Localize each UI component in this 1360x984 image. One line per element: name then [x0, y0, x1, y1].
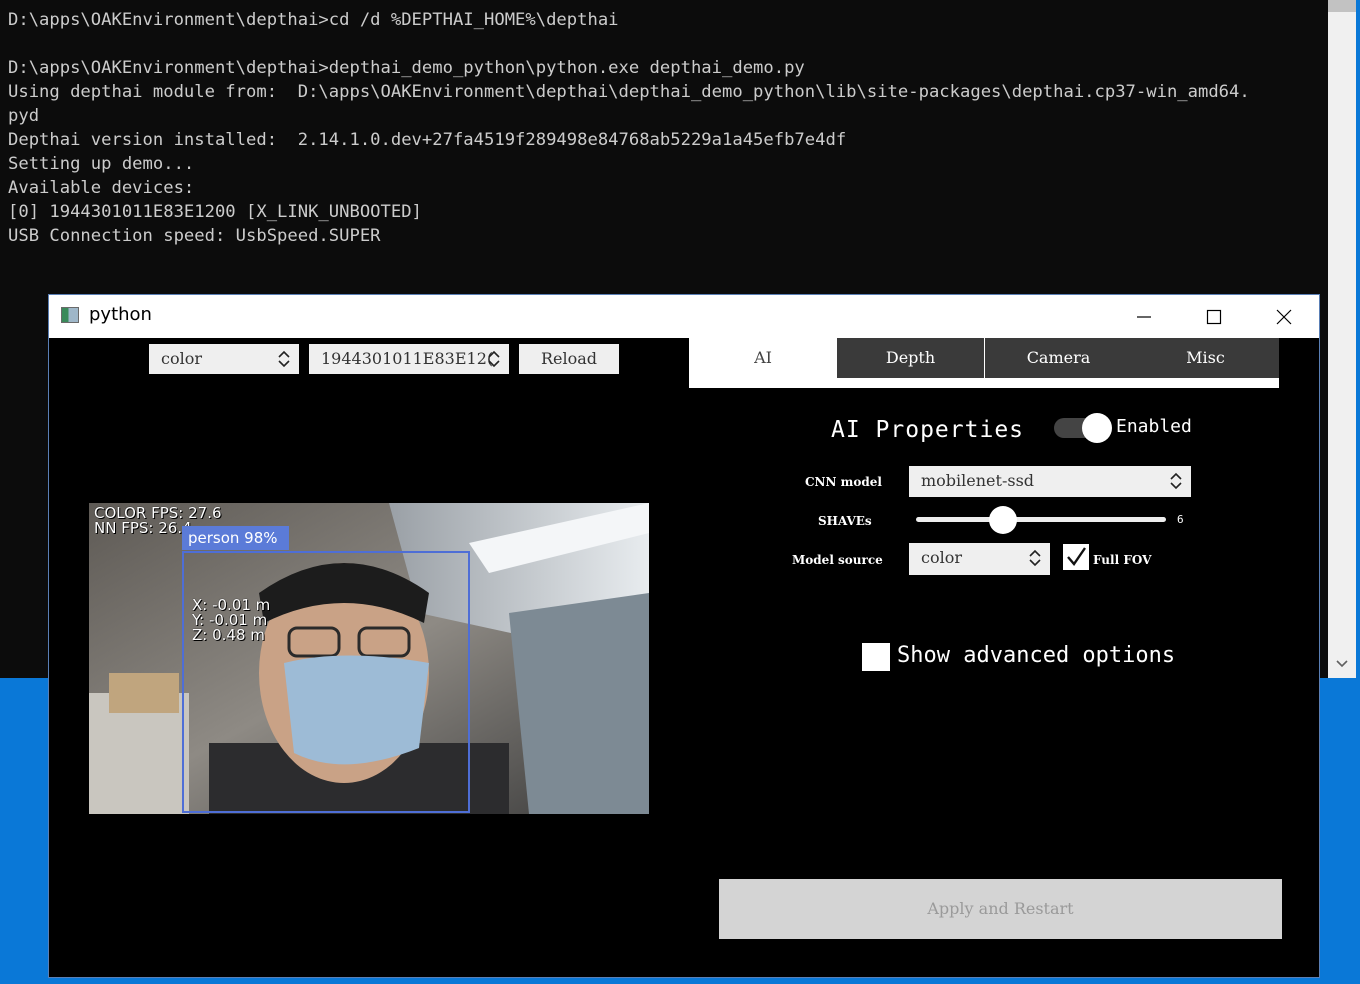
tab-camera[interactable]: Camera	[985, 338, 1132, 378]
console-scroll-thumb[interactable]	[1328, 0, 1356, 12]
z-coordinate: Z: 0.48 m	[192, 626, 265, 644]
advanced-options-checkbox[interactable]	[862, 643, 890, 671]
shaves-slider-handle[interactable]	[989, 506, 1017, 534]
console-scrollbar[interactable]	[1328, 0, 1356, 678]
reload-button[interactable]: Reload	[519, 344, 619, 374]
device-select-value: 1944301011E83E12(	[321, 349, 494, 368]
model-source-value: color	[921, 548, 962, 567]
advanced-options-label: Show advanced options	[897, 643, 1176, 668]
chevron-down-icon[interactable]	[1328, 656, 1356, 676]
select-arrows-icon	[488, 350, 500, 368]
maximize-icon	[1206, 309, 1222, 324]
title-bar[interactable]: python	[49, 295, 1319, 338]
detection-box	[182, 551, 470, 813]
nn-fps-text: NN FPS: 26.4	[94, 519, 192, 537]
cnn-model-select[interactable]: mobilenet-ssd	[909, 466, 1191, 497]
close-icon	[1276, 309, 1292, 324]
select-arrows-icon	[1029, 549, 1041, 567]
close-button[interactable]	[1249, 295, 1319, 338]
full-fov-checkbox[interactable]	[1063, 544, 1089, 570]
source-select[interactable]: color	[149, 344, 299, 374]
tab-misc[interactable]: Misc	[1132, 338, 1279, 378]
ai-enabled-label: Enabled	[1116, 416, 1192, 437]
settings-tabs: AI Depth Camera Misc	[689, 338, 1279, 388]
apply-and-restart-button[interactable]: Apply and Restart	[719, 879, 1282, 939]
shaves-value: 6	[1177, 513, 1184, 526]
detection-label: person 98%	[182, 526, 289, 550]
tab-depth[interactable]: Depth	[837, 338, 984, 378]
full-fov-label: Full FOV	[1093, 553, 1152, 567]
console-output: D:\apps\OAKEnvironment\depthai>cd /d %DE…	[8, 10, 1250, 246]
select-arrows-icon	[1170, 472, 1182, 490]
tab-ai[interactable]: AI	[689, 338, 837, 378]
minimize-button[interactable]	[1109, 295, 1179, 338]
minimize-icon	[1137, 315, 1151, 318]
toggle-knob[interactable]	[1082, 413, 1112, 443]
python-window: python color 1944301011E83E12( Reload CO…	[48, 294, 1320, 978]
device-select[interactable]: 1944301011E83E12(	[309, 344, 509, 374]
ai-properties-heading: AI Properties	[831, 417, 1025, 443]
model-source-select[interactable]: color	[909, 543, 1050, 575]
window-title: python	[89, 304, 152, 325]
cnn-model-value: mobilenet-ssd	[921, 471, 1035, 490]
model-source-label: Model source	[792, 553, 883, 567]
checkmark-icon	[1067, 547, 1086, 566]
camera-preview: COLOR FPS: 27.6 NN FPS: 26.4 person 98% …	[89, 503, 649, 814]
shaves-label: SHAVEs	[818, 514, 872, 528]
select-arrows-icon	[278, 350, 290, 368]
maximize-button[interactable]	[1179, 295, 1249, 338]
source-select-value: color	[161, 349, 202, 368]
cnn-model-label: CNN model	[805, 475, 882, 489]
shaves-slider-track[interactable]	[916, 517, 1166, 522]
python-app-icon	[61, 307, 79, 323]
